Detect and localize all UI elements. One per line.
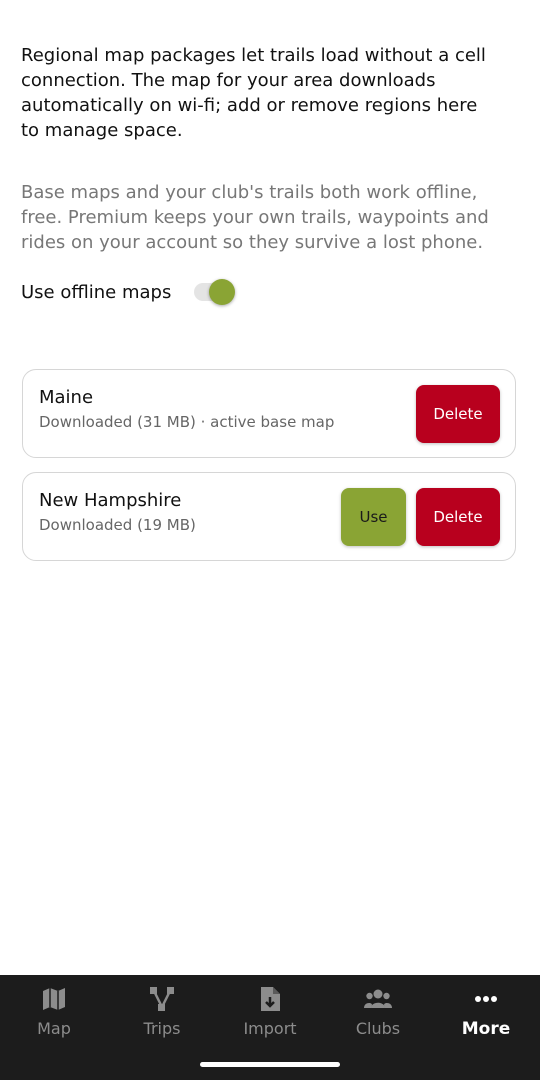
tab-import[interactable]: Import <box>216 985 324 1045</box>
map-icon <box>43 988 65 1010</box>
premium-note-text: Base maps and your club's trails both wo… <box>21 182 489 253</box>
region-name: Maine <box>39 387 94 408</box>
tab-clubs[interactable]: Clubs <box>324 985 432 1045</box>
delete-region-button[interactable]: Delete <box>416 385 500 443</box>
offline-maps-toggle-label: Use offline maps <box>21 281 172 303</box>
tab-label: Import <box>243 1019 297 1038</box>
region-card-new-hampshire: New Hampshire Downloaded (19 MB) Use Del… <box>22 472 516 561</box>
tab-label: Trips <box>143 1019 181 1038</box>
region-status: Downloaded (31 MB) · active base map <box>39 413 335 431</box>
intro-text: Regional map packages let trails load wi… <box>21 45 486 141</box>
region-card-maine: Maine Downloaded (31 MB) · active base m… <box>22 369 516 458</box>
tab-trips[interactable]: Trips <box>108 985 216 1045</box>
region-name: New Hampshire <box>39 490 182 511</box>
tab-label: Map <box>37 1019 71 1038</box>
offline-maps-toggle-row: Use offline maps <box>21 278 236 306</box>
offline-maps-toggle[interactable] <box>194 278 236 306</box>
more-dots-icon <box>475 996 497 1002</box>
offline-maps-screen: Regional map packages let trails load wi… <box>0 0 540 1080</box>
file-import-icon <box>261 987 280 1011</box>
tab-label: Clubs <box>355 1019 401 1038</box>
region-status: Downloaded (19 MB) <box>39 516 196 534</box>
route-icon <box>150 987 174 1011</box>
toggle-knob <box>209 279 235 305</box>
tab-label: More <box>461 1019 511 1039</box>
use-region-button[interactable]: Use <box>341 488 406 546</box>
tab-more[interactable]: More <box>432 985 540 1045</box>
tab-map[interactable]: Map <box>0 985 108 1045</box>
users-icon <box>364 989 392 1008</box>
home-indicator <box>200 1062 340 1067</box>
delete-region-button[interactable]: Delete <box>416 488 500 546</box>
